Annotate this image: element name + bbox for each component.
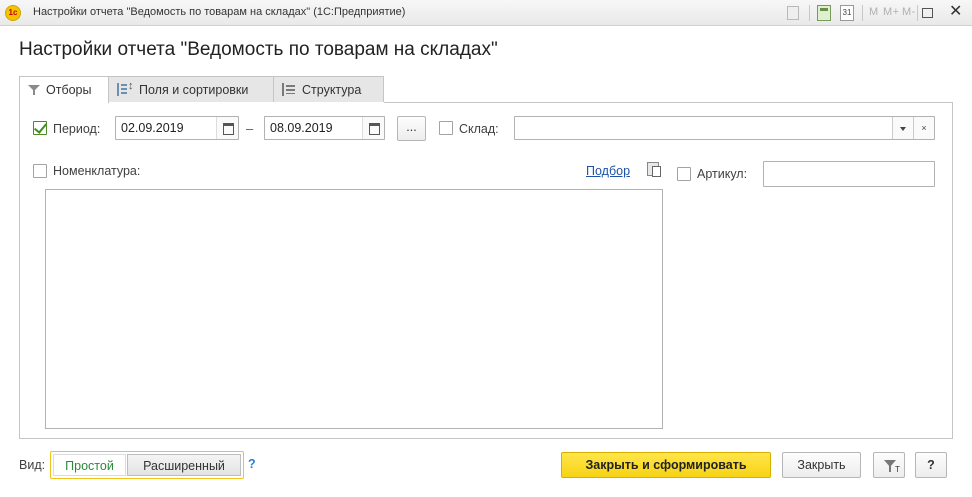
toolbar-separator bbox=[809, 5, 810, 21]
nomenclature-checkbox[interactable] bbox=[33, 164, 47, 178]
toolbar-separator bbox=[862, 5, 863, 21]
view-simple-button[interactable]: Простой bbox=[53, 454, 126, 476]
tab-filters[interactable]: Отборы bbox=[19, 76, 109, 103]
tab-label: Структура bbox=[302, 82, 362, 97]
period-label: Период: bbox=[53, 122, 101, 136]
warehouse-checkbox[interactable] bbox=[439, 121, 453, 135]
period-checkbox[interactable] bbox=[33, 121, 47, 135]
calendar-icon[interactable]: 31 bbox=[840, 5, 854, 21]
period-from-value: 02.09.2019 bbox=[121, 121, 184, 135]
chevron-down-icon[interactable] bbox=[892, 117, 913, 139]
selection-link[interactable]: Подбор bbox=[586, 164, 630, 178]
view-help-link[interactable]: ? bbox=[248, 457, 256, 471]
nomenclature-label: Номенклатура: bbox=[53, 164, 141, 178]
maximize-icon[interactable] bbox=[922, 8, 933, 18]
filter-settings-button[interactable]: T bbox=[873, 452, 905, 478]
article-label: Артикул: bbox=[697, 167, 748, 181]
period-separator: – bbox=[246, 121, 254, 136]
toolbar-separator bbox=[917, 5, 918, 21]
view-label: Вид: bbox=[19, 458, 46, 472]
close-and-generate-button[interactable]: Закрыть и сформировать bbox=[561, 452, 771, 478]
memory-plus-button[interactable]: M+ bbox=[883, 6, 900, 18]
memory-button[interactable]: M bbox=[869, 6, 879, 18]
filter-sub-label: T bbox=[895, 465, 900, 474]
calendar-icon[interactable] bbox=[216, 117, 238, 139]
period-to-field[interactable]: 08.09.2019 bbox=[264, 116, 385, 140]
period-to-value: 08.09.2019 bbox=[270, 121, 333, 135]
window-title: Настройки отчета "Ведомость по товарам н… bbox=[33, 6, 406, 18]
document-icon[interactable] bbox=[787, 6, 799, 20]
view-switch: Простой Расширенный bbox=[50, 451, 244, 479]
period-select-button[interactable]: ... bbox=[397, 116, 426, 141]
calendar-icon[interactable] bbox=[362, 117, 384, 139]
page-title: Настройки отчета "Ведомость по товарам н… bbox=[19, 39, 498, 60]
close-button[interactable]: Закрыть bbox=[782, 452, 861, 478]
view-extended-button[interactable]: Расширенный bbox=[127, 454, 241, 476]
clear-icon[interactable]: × bbox=[913, 117, 934, 139]
filter-icon bbox=[28, 84, 40, 96]
structure-icon bbox=[282, 83, 296, 96]
warehouse-label: Склад: bbox=[459, 122, 499, 136]
calculator-icon[interactable] bbox=[817, 5, 831, 21]
tab-structure[interactable]: Структура bbox=[273, 76, 384, 102]
memory-minus-button[interactable]: M- bbox=[902, 6, 916, 18]
close-icon[interactable]: ✕ bbox=[949, 3, 962, 20]
tab-label: Поля и сортировки bbox=[139, 82, 249, 97]
paste-icon[interactable] bbox=[647, 162, 661, 177]
help-button[interactable]: ? bbox=[915, 452, 947, 478]
app-logo-icon: 1c bbox=[5, 5, 21, 21]
tab-label: Отборы bbox=[46, 83, 92, 97]
fields-sort-icon bbox=[117, 80, 134, 96]
period-from-field[interactable]: 02.09.2019 bbox=[115, 116, 239, 140]
tab-strip-line bbox=[384, 102, 953, 103]
window-titlebar: 1c Настройки отчета "Ведомость по товара… bbox=[0, 0, 972, 26]
warehouse-field[interactable]: × bbox=[514, 116, 935, 140]
article-field[interactable] bbox=[763, 161, 935, 187]
tab-fields-sort[interactable]: Поля и сортировки bbox=[108, 76, 274, 102]
nomenclature-list[interactable] bbox=[45, 189, 663, 429]
article-checkbox[interactable] bbox=[677, 167, 691, 181]
